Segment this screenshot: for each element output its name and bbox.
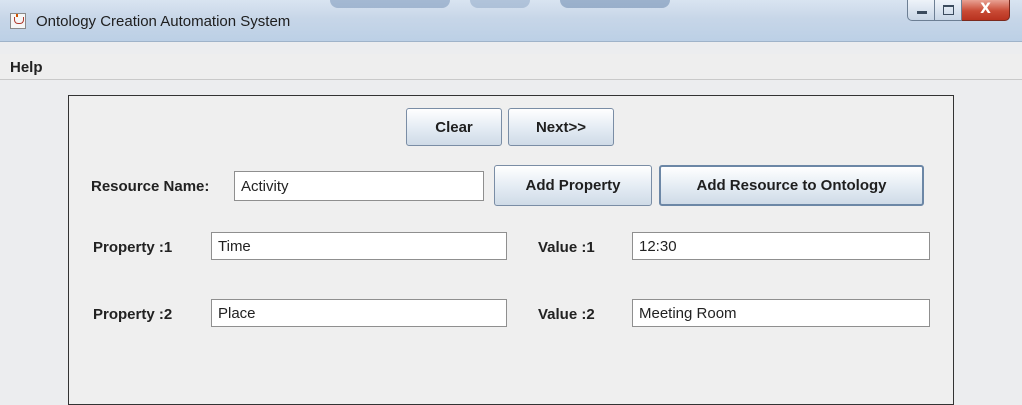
resource-name-label: Resource Name:	[91, 178, 210, 195]
titlebar-highlight	[470, 0, 530, 8]
titlebar-highlight	[560, 0, 670, 8]
titlebar-highlight	[330, 0, 450, 8]
maximize-icon[interactable]	[935, 0, 962, 21]
property-1-input[interactable]	[211, 232, 507, 260]
menu-help[interactable]: Help	[10, 59, 43, 76]
property-2-input[interactable]	[211, 299, 507, 327]
value-1-input[interactable]	[632, 232, 930, 260]
resource-name-input[interactable]	[234, 171, 484, 201]
java-cup-icon	[10, 13, 26, 29]
clear-button[interactable]: Clear	[406, 108, 502, 146]
window-title: Ontology Creation Automation System	[36, 13, 291, 30]
value-2-label: Value :2	[538, 306, 595, 323]
property-1-label: Property :1	[93, 239, 173, 256]
window-controls: X	[907, 0, 1010, 21]
main-panel: Clear Next>> Resource Name: Add Property…	[68, 95, 954, 405]
next-button[interactable]: Next>>	[508, 108, 614, 146]
minimize-icon[interactable]	[907, 0, 935, 21]
close-icon[interactable]: X	[962, 0, 1010, 21]
property-2-label: Property :2	[93, 306, 173, 323]
title-bar: Ontology Creation Automation System X	[0, 0, 1022, 42]
value-2-input[interactable]	[632, 299, 930, 327]
add-resource-button[interactable]: Add Resource to Ontology	[659, 165, 924, 206]
value-1-label: Value :1	[538, 239, 595, 256]
menu-bar: Help	[0, 54, 1022, 80]
add-property-button[interactable]: Add Property	[494, 165, 652, 206]
